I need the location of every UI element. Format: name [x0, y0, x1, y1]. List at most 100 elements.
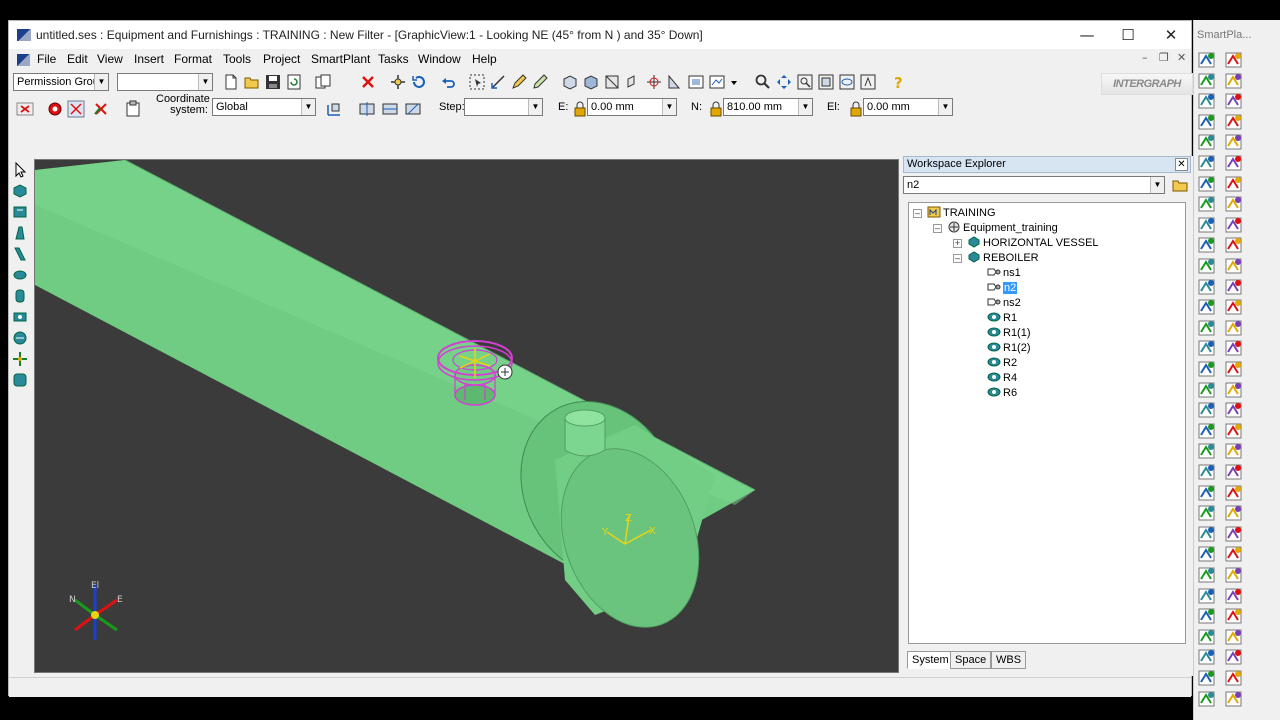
menu-project[interactable]: Project — [263, 52, 300, 66]
import-tool-icon[interactable] — [1223, 606, 1245, 626]
menu-window[interactable]: Window — [418, 52, 461, 66]
insert-specialty-icon[interactable] — [1196, 359, 1218, 379]
cancel-command-icon[interactable] — [16, 100, 34, 118]
tree-node-root[interactable]: TRAINING — [927, 206, 996, 220]
edit-icon[interactable] — [510, 73, 528, 91]
place-nozzle-icon[interactable] — [11, 224, 29, 242]
tree-node-r1-1[interactable]: R1(1) — [987, 326, 1031, 340]
menu-file[interactable]: File — [37, 52, 56, 66]
iso-tool-icon[interactable] — [1196, 215, 1218, 235]
export-tool-icon[interactable] — [1196, 606, 1218, 626]
tap-pipe-icon[interactable] — [1223, 689, 1245, 709]
select-tool-icon[interactable] — [468, 73, 486, 91]
place-point-icon[interactable] — [11, 350, 29, 368]
step-combo[interactable]: ▼ — [464, 98, 543, 116]
menu-smartplant[interactable]: SmartPlant — [311, 52, 370, 66]
graphic-view[interactable]: Z Y X El N E — [34, 159, 899, 673]
tree-node-r1[interactable]: R1 — [987, 311, 1017, 325]
permission-group-combo[interactable]: Permission Group ▼ — [13, 73, 109, 91]
plane-b-icon[interactable] — [381, 100, 399, 118]
bolt-tool-icon[interactable] — [1196, 565, 1218, 585]
insert-specialty-icon[interactable] — [1196, 71, 1218, 91]
insert-component-icon[interactable] — [1223, 50, 1245, 70]
label-tool-icon[interactable] — [1223, 132, 1245, 152]
north-combo[interactable]: 810.00 mm ▼ — [723, 98, 813, 116]
menu-edit[interactable]: Edit — [67, 52, 88, 66]
heat-trace-tool-icon[interactable] — [1223, 586, 1245, 606]
tree-node-system[interactable]: Equipment_training — [947, 221, 1058, 235]
save-icon[interactable] — [264, 73, 282, 91]
walk-icon[interactable] — [859, 73, 877, 91]
menu-tools[interactable]: Tools — [223, 52, 251, 66]
copy-run-icon[interactable] — [1196, 380, 1218, 400]
orbit-icon[interactable] — [838, 73, 856, 91]
explorer-close-icon[interactable]: ✕ — [1175, 158, 1188, 171]
view-d-icon[interactable] — [624, 73, 642, 91]
place-foundation-icon[interactable] — [11, 266, 29, 284]
expand-icon[interactable]: + — [953, 239, 962, 248]
undo-icon[interactable] — [439, 73, 457, 91]
east-combo[interactable]: 0.00 mm ▼ — [587, 98, 677, 116]
branch-tool-icon[interactable] — [1223, 524, 1245, 544]
view-g-icon[interactable] — [687, 73, 705, 91]
flange-tool-icon[interactable] — [1223, 215, 1245, 235]
zoom-icon[interactable] — [754, 73, 772, 91]
sloped-run-icon[interactable] — [1196, 689, 1218, 709]
support-icon[interactable] — [1196, 421, 1218, 441]
sloped-run-icon[interactable] — [1196, 112, 1218, 132]
view-h-icon[interactable] — [708, 73, 726, 91]
reducer-tool-icon[interactable] — [1196, 544, 1218, 564]
menu-view[interactable]: View — [97, 52, 123, 66]
maximize-button[interactable]: ☐ — [1106, 21, 1150, 49]
collapse-icon[interactable]: – — [953, 254, 962, 263]
measure-tool-icon[interactable] — [1196, 441, 1218, 461]
delete-icon[interactable] — [359, 73, 377, 91]
valve-tool-icon[interactable] — [1223, 441, 1245, 461]
close-button[interactable]: ✕ — [1149, 21, 1193, 49]
pan-icon[interactable] — [775, 73, 793, 91]
tap-pipe-icon[interactable] — [1223, 400, 1245, 420]
tree-node-ns1[interactable]: ns1 — [987, 266, 1021, 280]
zoom-area-icon[interactable] — [796, 73, 814, 91]
tree-node-n2[interactable]: n2 — [987, 281, 1018, 295]
elevation-combo[interactable]: 0.00 mm ▼ — [863, 98, 953, 116]
mdi-minimize-icon[interactable]: – — [1142, 51, 1148, 64]
explorer-filter-combo[interactable]: n2 ▼ — [903, 176, 1165, 194]
collapse-icon[interactable]: – — [933, 224, 942, 233]
properties-icon[interactable] — [46, 100, 64, 118]
tree-node-r4[interactable]: R4 — [987, 371, 1017, 385]
spool-tool-icon[interactable] — [1223, 194, 1245, 214]
split-pipe-icon[interactable] — [1223, 359, 1245, 379]
copy-run-icon[interactable] — [1196, 91, 1218, 111]
copy-icon[interactable] — [314, 73, 332, 91]
view-f-icon[interactable] — [666, 73, 684, 91]
slope-tool-icon[interactable] — [1196, 483, 1218, 503]
split-pipe-icon[interactable] — [1223, 647, 1245, 667]
mdi-close-icon[interactable]: ✕ — [1177, 51, 1186, 64]
place-shape-icon[interactable] — [11, 203, 29, 221]
plane-c-icon[interactable] — [404, 100, 422, 118]
spool-tool-icon[interactable] — [1223, 483, 1245, 503]
insert-component-icon[interactable] — [1223, 338, 1245, 358]
valve-tool-icon[interactable] — [1223, 153, 1245, 173]
measure-icon[interactable] — [489, 73, 507, 91]
help-icon[interactable]: ? — [889, 73, 907, 91]
north-lock-icon[interactable] — [707, 100, 722, 118]
tree-node-horizontal-vessel[interactable]: HORIZONTAL VESSEL — [967, 236, 1099, 250]
heat-trace-tool-icon[interactable] — [1223, 297, 1245, 317]
coordinate-system-combo[interactable]: Global ▼ — [212, 98, 316, 116]
place-surface-icon[interactable] — [11, 371, 29, 389]
place-equipment-icon[interactable] — [11, 182, 29, 200]
menu-help[interactable]: Help — [472, 52, 497, 66]
bolt-tool-icon[interactable] — [1196, 277, 1218, 297]
reducer-tool-icon[interactable] — [1196, 256, 1218, 276]
move-icon[interactable] — [389, 73, 407, 91]
route-pipe-icon[interactable] — [1196, 50, 1218, 70]
east-lock-icon[interactable] — [571, 100, 586, 118]
filter-tool-icon[interactable] — [1196, 462, 1218, 482]
select-pointer-icon[interactable] — [11, 161, 29, 179]
place-cylinder-icon[interactable] — [11, 287, 29, 305]
clear-selection-icon[interactable] — [92, 100, 110, 118]
measure-tool-icon[interactable] — [1196, 153, 1218, 173]
insulation-tool-icon[interactable] — [1196, 297, 1218, 317]
